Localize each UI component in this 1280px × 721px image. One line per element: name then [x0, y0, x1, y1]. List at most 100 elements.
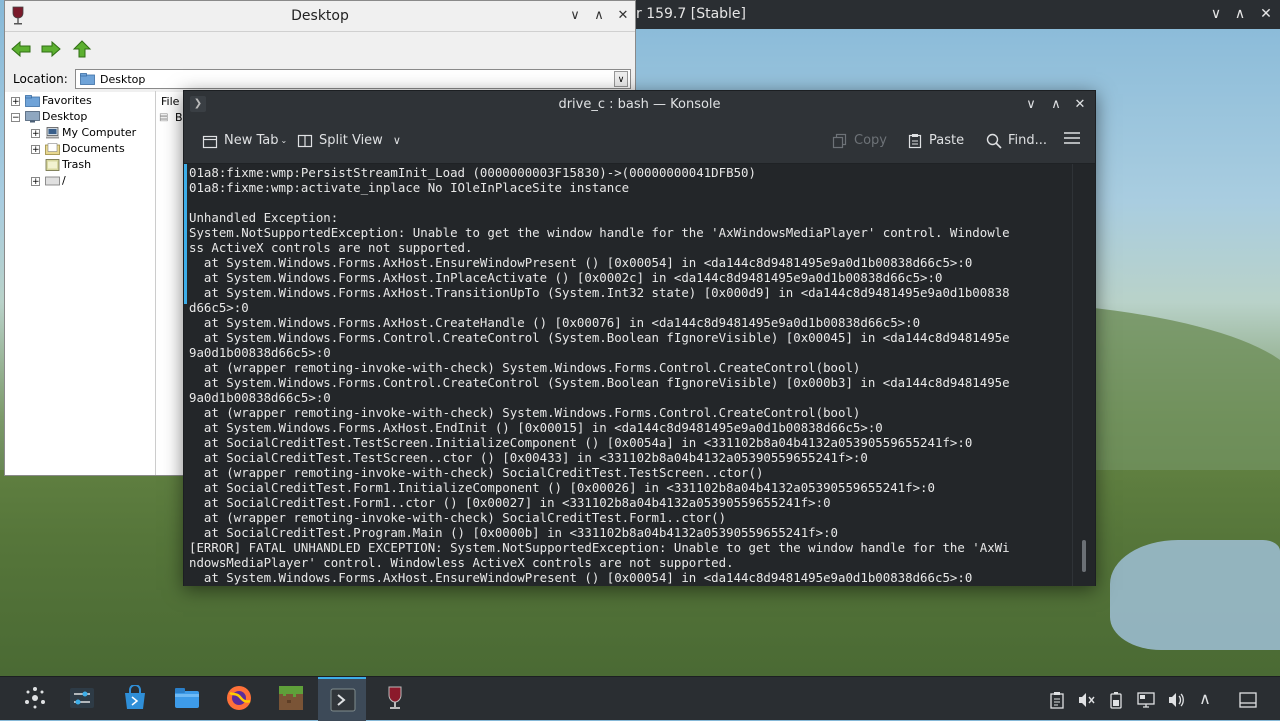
tree-item-label: Documents [62, 142, 125, 155]
terminal-line: ss ActiveX controls are not supported. [189, 240, 473, 255]
tray-expand-icon[interactable]: ∧ [1191, 677, 1219, 721]
maximize-icon[interactable]: ∧ [589, 6, 609, 26]
terminal-line: 9a0d1b00838d66c5>:0 [189, 390, 331, 405]
maximize-icon[interactable]: ∧ [1230, 4, 1250, 24]
search-icon [986, 133, 1002, 149]
firefox-icon[interactable] [214, 677, 262, 721]
list-item-icon: ▤ [159, 112, 169, 123]
wallpaper-water [1110, 540, 1280, 650]
tree-item-desktop[interactable]: − Desktop [11, 109, 87, 125]
folder-tree: + Favorites − Desktop + My Computer + Docume… [5, 91, 156, 475]
wine-explorer-titlebar[interactable]: Desktop ∨ ∧ ✕ [5, 1, 635, 32]
list-item[interactable]: B [175, 111, 183, 124]
wine-explorer-toolbar [5, 32, 635, 66]
wine-icon[interactable] [370, 677, 418, 721]
folder-icon [80, 73, 95, 85]
close-icon[interactable]: ✕ [1070, 95, 1090, 115]
scrollbar-thumb[interactable] [1082, 540, 1086, 572]
terminal-line: at SocialCreditTest.Program.Main () [0x0… [189, 525, 839, 540]
tree-expander[interactable]: − [11, 112, 20, 122]
find-label: Find... [1008, 133, 1048, 148]
documents-folder-icon [45, 143, 60, 155]
location-bar: Location: Desktop ∨ [5, 66, 635, 92]
chevron-down-icon[interactable]: ∨ [393, 134, 401, 147]
paste-icon [908, 133, 922, 148]
dropdown-indicator-icon: ⌄ [280, 136, 288, 145]
terminal-line: at System.Windows.Forms.AxHost.CreateHan… [189, 315, 921, 330]
tree-expander[interactable]: + [31, 128, 40, 138]
konsole-icon [330, 688, 356, 712]
minimize-icon[interactable]: ∨ [565, 6, 585, 26]
volume-icon[interactable] [1162, 677, 1190, 721]
terminal-output[interactable]: 01a8:fixme:wmp:PersistStreamInit_Load (0… [184, 164, 1072, 586]
minimize-icon[interactable]: ∨ [1206, 4, 1226, 24]
location-combobox[interactable]: Desktop ∨ [75, 69, 631, 89]
split-view-button[interactable]: Split View ∨ [297, 131, 401, 151]
tree-item-label: Desktop [42, 110, 88, 123]
tree-expander[interactable]: + [31, 144, 40, 154]
terminal-scrollbar[interactable] [1072, 164, 1095, 586]
tree-item-root[interactable]: + / [31, 173, 66, 189]
terminal-line: Unhandled Exception: [189, 210, 339, 225]
terminal-line: at System.Windows.Forms.AxHost.EnsureWin… [189, 570, 973, 585]
konsole-title: drive_c : bash — Konsole [558, 97, 721, 112]
location-value: Desktop [100, 73, 146, 86]
minimize-icon[interactable]: ∨ [1021, 95, 1041, 115]
terminal-line: d66c5>:0 [189, 300, 249, 315]
tree-item-label: Trash [62, 158, 92, 171]
konsole-titlebar[interactable]: ❯ drive_c : bash — Konsole ∨ ∧ ✕ [184, 91, 1095, 119]
new-tab-button[interactable]: New Tab ⌄ [202, 131, 287, 151]
tree-item-my-computer[interactable]: + My Computer [31, 125, 136, 141]
desktop-icon [25, 111, 40, 123]
hamburger-menu-icon[interactable] [1063, 129, 1081, 149]
clipboard-icon[interactable] [1043, 677, 1071, 721]
forward-arrow-icon[interactable] [41, 40, 61, 58]
discover-store-icon[interactable] [110, 677, 158, 721]
split-view-icon [297, 134, 313, 147]
chevron-down-icon[interactable]: ∨ [614, 71, 628, 87]
close-icon[interactable]: ✕ [613, 6, 633, 26]
terminal-line: at (wrapper remoting-invoke-with-check) … [189, 510, 727, 525]
terminal-line: 9a0d1b00838d66c5>:0 [189, 345, 331, 360]
tree-item-documents[interactable]: + Documents [31, 141, 125, 157]
show-desktop-icon[interactable] [1234, 677, 1262, 721]
dolphin-files-icon[interactable] [162, 677, 210, 721]
system-settings-icon[interactable] [57, 677, 105, 721]
terminal-line: at System.Windows.Forms.AxHost.EnsureWin… [189, 255, 973, 270]
up-arrow-icon[interactable] [72, 40, 92, 58]
maximize-icon[interactable]: ∧ [1046, 95, 1066, 115]
wine-explorer-title: Desktop [291, 8, 349, 24]
terminal-line: at SocialCreditTest.Form1.InitializeComp… [189, 480, 935, 495]
application-launcher-icon[interactable] [10, 677, 58, 721]
terminal-line: [ERROR] FATAL UNHANDLED EXCEPTION: Syste… [189, 540, 1010, 555]
terminal-line: at SocialCreditTest.TestScreen..ctor () … [189, 450, 868, 465]
tree-expander[interactable]: + [31, 176, 40, 186]
display-config-icon[interactable] [1132, 677, 1160, 721]
new-tab-icon [202, 135, 218, 148]
column-header-file[interactable]: File [161, 95, 179, 108]
close-icon[interactable]: ✕ [1256, 4, 1276, 24]
terminal-line: at SocialCreditTest.Form1..ctor () [0x00… [189, 495, 831, 510]
konsole-taskbar-entry[interactable] [318, 677, 366, 721]
paste-button[interactable]: Paste [907, 131, 964, 151]
folder-icon [25, 95, 40, 107]
tree-expander[interactable]: + [11, 96, 20, 106]
battery-icon[interactable] [1102, 677, 1130, 721]
minecraft-icon[interactable] [266, 677, 314, 721]
background-window-titlebar[interactable]: r 159.7 [Stable] ∨ ∧ ✕ [636, 0, 1280, 29]
back-arrow-icon[interactable] [11, 40, 31, 58]
terminal-line: at System.Windows.Forms.AxHost.Transitio… [189, 285, 1010, 300]
konsole-toolbar: New Tab ⌄ Split View ∨ Copy Paste Find... [184, 119, 1095, 164]
terminal-output-marker [184, 164, 187, 304]
terminal-line: at (wrapper remoting-invoke-with-check) … [189, 465, 764, 480]
find-button[interactable]: Find... [986, 131, 1047, 151]
tree-item-trash[interactable]: Trash [45, 157, 91, 173]
tree-item-label: Favorites [42, 94, 92, 107]
trash-icon [45, 159, 60, 171]
copy-button[interactable]: Copy [832, 131, 887, 151]
audio-muted-icon[interactable] [1072, 677, 1100, 721]
taskbar: ∧ [0, 676, 1280, 721]
tree-item-favorites[interactable]: + Favorites [11, 93, 92, 109]
terminal-line: 01a8:fixme:wmp:activate_inplace No IOleI… [189, 180, 630, 195]
terminal-line: at System.Windows.Forms.AxHost.InPlaceAc… [189, 270, 943, 285]
